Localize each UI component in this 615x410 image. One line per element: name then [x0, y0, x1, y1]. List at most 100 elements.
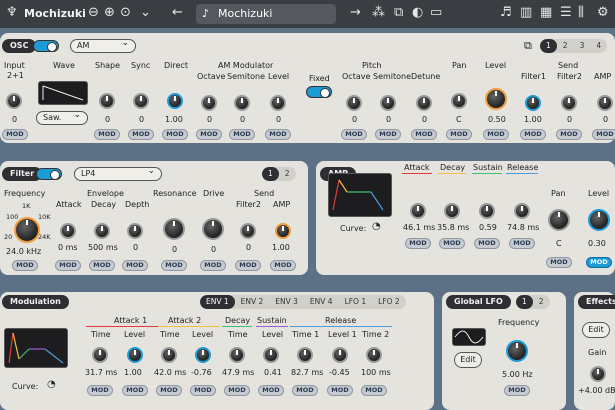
amp-attack-mod-button[interactable]: MOD — [405, 238, 431, 249]
lfo-frequency-knob[interactable] — [506, 340, 528, 362]
tab-env3[interactable]: ENV 3 — [269, 295, 304, 309]
release-time2-knob[interactable] — [366, 347, 382, 363]
filter-send-amp-mod-button[interactable]: MOD — [270, 260, 296, 271]
zoom-out-icon[interactable]: ⊖ — [88, 6, 99, 20]
filter-send-filter2-mod-button[interactable]: MOD — [235, 260, 261, 271]
gain-knob[interactable] — [590, 366, 606, 382]
direct-knob[interactable] — [167, 93, 183, 109]
release-time1-knob[interactable] — [297, 347, 313, 363]
resonance-knob[interactable] — [163, 218, 185, 240]
sync-knob[interactable] — [133, 93, 149, 109]
pitch-octave-knob[interactable] — [346, 95, 362, 111]
amp-pan-mod-button[interactable]: MOD — [546, 257, 572, 268]
osc-page-selector[interactable]: 1 2 3 4 — [540, 39, 608, 53]
input-knob[interactable] — [6, 93, 22, 109]
am-octave-mod-button[interactable]: MOD — [196, 129, 222, 140]
filter-depth-knob[interactable] — [127, 223, 143, 239]
attack1-time-knob[interactable] — [92, 347, 108, 363]
am-semitone-knob[interactable] — [234, 95, 250, 111]
pitch-detune-mod-button[interactable]: MOD — [411, 129, 437, 140]
panel-toggle-icon[interactable]: ▭ — [430, 6, 442, 20]
am-level-knob[interactable] — [270, 95, 286, 111]
shape-mod-button[interactable]: MOD — [94, 129, 120, 140]
wave-selector[interactable]: Saw. — [36, 109, 88, 125]
zoom-in-icon[interactable]: ⊕ — [104, 6, 115, 20]
send-filter1-knob[interactable] — [525, 95, 541, 111]
copy-icon[interactable]: ⧉ — [524, 39, 532, 53]
amp-release-mod-button[interactable]: MOD — [509, 238, 535, 249]
modulation-tabs[interactable]: ENV 1 ENV 2 ENV 3 ENV 4 LFO 1 LFO 2 — [200, 295, 406, 309]
release-level1-mod-button[interactable]: MOD — [327, 385, 353, 396]
fixed-pitch-toggle[interactable] — [306, 86, 332, 98]
pan-mod-button[interactable]: MOD — [446, 129, 472, 140]
pitch-semitone-knob[interactable] — [380, 95, 396, 111]
osc-page-3[interactable]: 3 — [574, 39, 591, 53]
input-mod-button[interactable]: MOD — [2, 129, 28, 140]
drive-mod-button[interactable]: MOD — [200, 260, 226, 271]
filter-attack-mod-button[interactable]: MOD — [55, 260, 81, 271]
am-semitone-mod-button[interactable]: MOD — [229, 129, 255, 140]
osc-page-4[interactable]: 4 — [590, 39, 607, 53]
filter-page-2[interactable]: 2 — [279, 167, 296, 181]
frequency-knob[interactable] — [14, 217, 40, 243]
filter-send-amp-knob[interactable] — [275, 223, 291, 239]
osc-page-2[interactable]: 2 — [557, 39, 574, 53]
filter-attack-knob[interactable] — [60, 223, 76, 239]
attack2-time-mod-button[interactable]: MOD — [156, 385, 182, 396]
send-filter2-knob[interactable] — [561, 95, 577, 111]
release-time2-mod-button[interactable]: MOD — [361, 385, 387, 396]
lfo-frequency-mod-button[interactable]: MOD — [504, 385, 530, 396]
amp-level-mod-button[interactable]: MOD — [586, 257, 612, 268]
global-lfo-page-1[interactable]: 1 — [516, 295, 533, 309]
mod-sustain-level-knob[interactable] — [263, 347, 279, 363]
release-time1-mod-button[interactable]: MOD — [292, 385, 318, 396]
attack2-time-knob[interactable] — [161, 347, 177, 363]
drive-knob[interactable] — [202, 218, 224, 240]
tab-env4[interactable]: ENV 4 — [304, 295, 339, 309]
amp-sustain-knob[interactable] — [479, 203, 495, 219]
tab-lfo2[interactable]: LFO 2 — [372, 295, 406, 309]
global-lfo-edit-button[interactable]: Edit — [454, 352, 482, 368]
effects-edit-button[interactable]: Edit — [582, 322, 610, 338]
attack2-level-mod-button[interactable]: MOD — [190, 385, 216, 396]
pitch-semitone-mod-button[interactable]: MOD — [375, 129, 401, 140]
curve-icon[interactable]: ◔ — [372, 221, 381, 232]
settings-icon[interactable]: ⚙ — [597, 6, 609, 20]
chevron-down-icon[interactable]: ⌄ — [140, 6, 151, 20]
filter-decay-knob[interactable] — [94, 223, 110, 239]
osc-mode-dropdown[interactable]: AM — [70, 37, 136, 53]
mod-decay-time-knob[interactable] — [229, 347, 245, 363]
contrast-icon[interactable]: ◐ — [412, 6, 423, 20]
pitch-detune-knob[interactable] — [416, 95, 432, 111]
frequency-mod-button[interactable]: MOD — [12, 260, 38, 271]
release-level1-knob[interactable] — [332, 347, 348, 363]
mod-decay-time-mod-button[interactable]: MOD — [224, 385, 250, 396]
osc-enable-toggle[interactable] — [33, 40, 59, 52]
attack1-level-knob[interactable] — [127, 347, 143, 363]
tab-env1[interactable]: ENV 1 — [200, 295, 235, 309]
preset-name-field[interactable]: ♪ Mochizuki — [196, 4, 336, 24]
resonance-mod-button[interactable]: MOD — [161, 260, 187, 271]
filter-page-1[interactable]: 1 — [262, 167, 279, 181]
pan-knob[interactable] — [451, 93, 467, 109]
attack2-level-knob[interactable] — [195, 347, 211, 363]
list-icon[interactable]: ☰ — [560, 6, 572, 20]
filter-type-dropdown[interactable]: LP4 — [74, 165, 162, 181]
levels-icon[interactable]: ▥ — [520, 6, 532, 20]
back-arrow-icon[interactable]: ← — [172, 6, 183, 20]
midi-icon[interactable]: ♬ — [500, 6, 512, 20]
am-level-mod-button[interactable]: MOD — [265, 129, 291, 140]
amp-level-knob[interactable] — [588, 209, 610, 231]
attack1-time-mod-button[interactable]: MOD — [87, 385, 113, 396]
amp-release-knob[interactable] — [514, 203, 530, 219]
global-lfo-page-selector[interactable]: 1 2 — [516, 295, 550, 309]
mod-curve-icon[interactable]: ◔ — [47, 379, 56, 390]
filter-decay-mod-button[interactable]: MOD — [89, 260, 115, 271]
filter-send-filter2-knob[interactable] — [240, 223, 256, 239]
level-knob[interactable] — [485, 88, 507, 110]
direct-mod-button[interactable]: MOD — [162, 129, 188, 140]
shape-knob[interactable] — [99, 93, 115, 109]
send-filter1-mod-button[interactable]: MOD — [520, 129, 546, 140]
mod-sustain-level-mod-button[interactable]: MOD — [258, 385, 284, 396]
pitch-octave-mod-button[interactable]: MOD — [341, 129, 367, 140]
